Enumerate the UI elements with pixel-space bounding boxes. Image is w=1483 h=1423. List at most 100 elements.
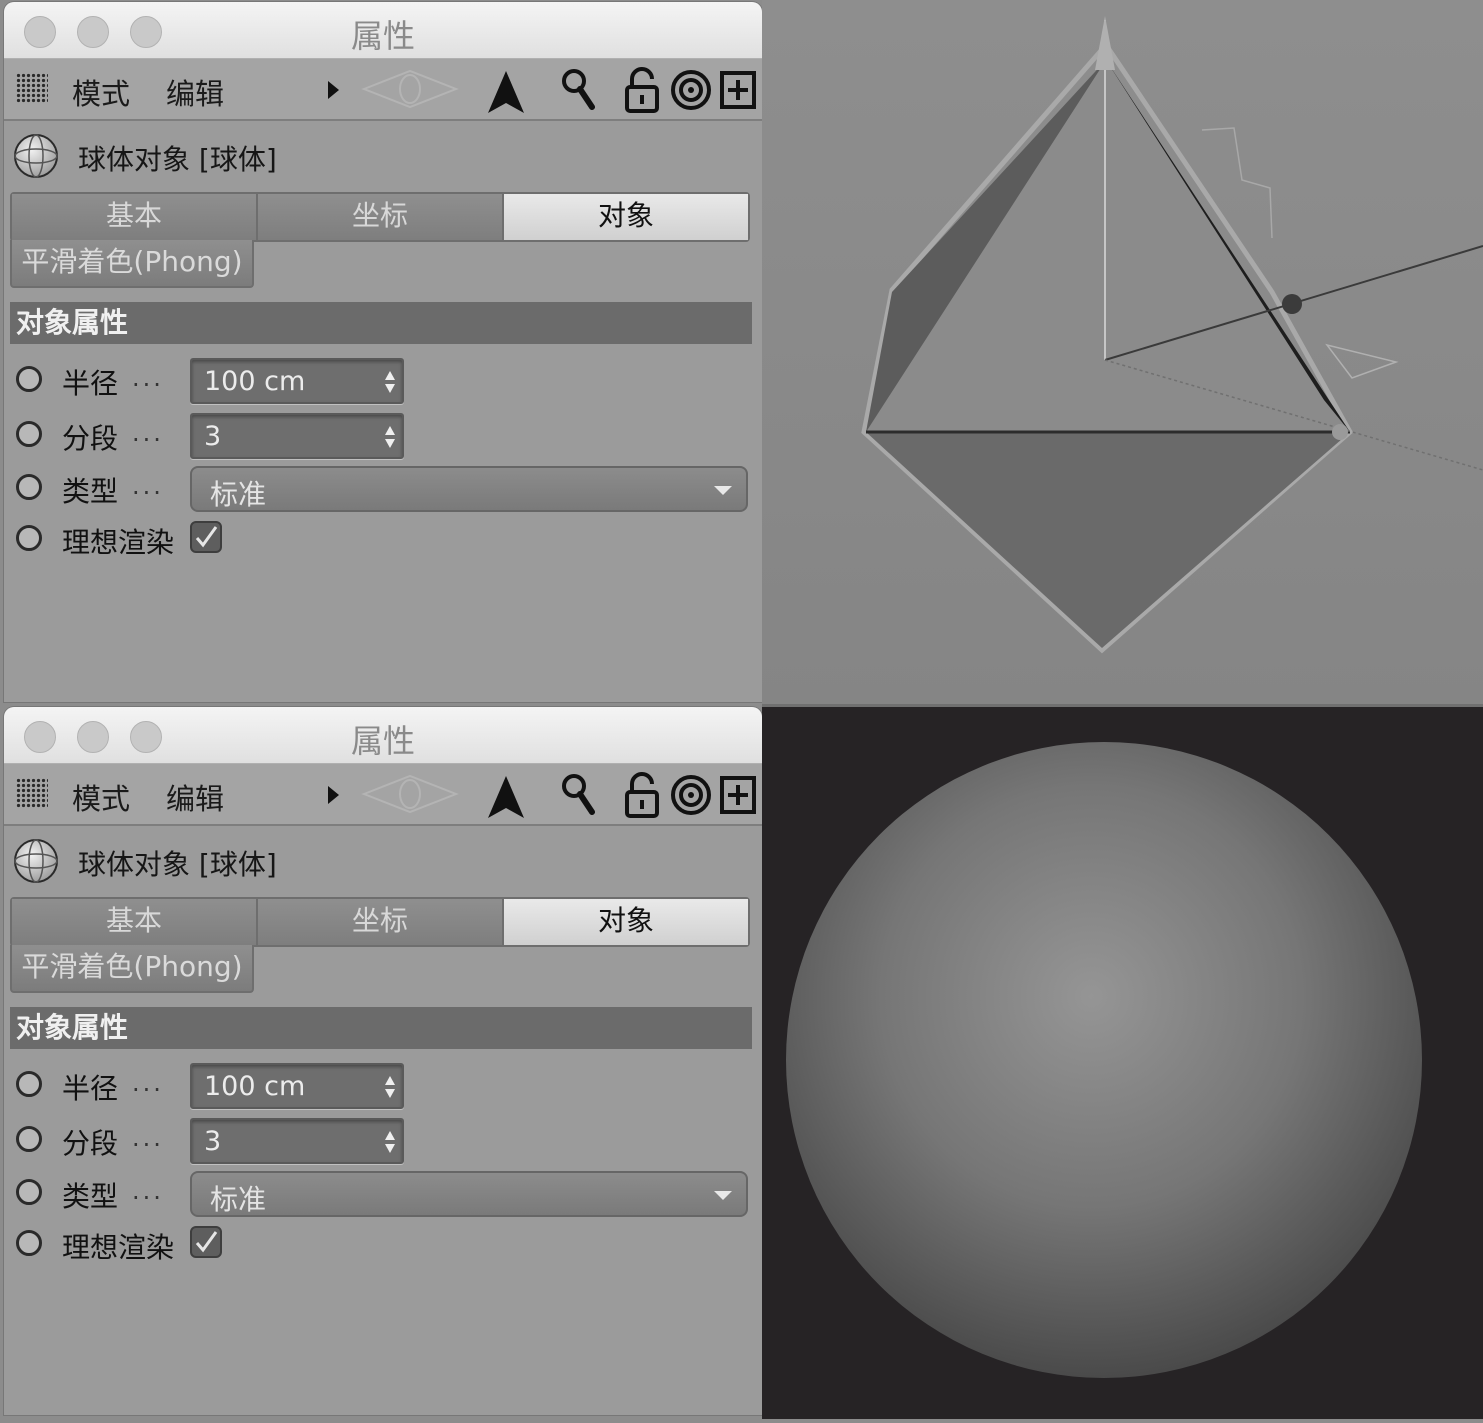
attributes-toolbar: 模式 编辑 xyxy=(4,59,762,121)
target-icon[interactable] xyxy=(670,69,712,111)
attributes-toolbar: 模式 编辑 xyxy=(4,764,762,826)
chevron-down-icon xyxy=(714,1191,732,1200)
tab-basic[interactable]: 基本 xyxy=(12,899,258,945)
search-icon[interactable] xyxy=(560,67,596,113)
attribute-tabs: 基本 坐标 对象 xyxy=(10,192,750,242)
target-icon[interactable] xyxy=(670,774,712,816)
type-animate-radio[interactable] xyxy=(16,1179,42,1205)
radius-animate-radio[interactable] xyxy=(16,366,42,392)
attribute-tabs: 基本 坐标 对象 xyxy=(10,897,750,947)
radius-field[interactable]: 100 cm xyxy=(190,358,404,404)
radius-animate-radio[interactable] xyxy=(16,1071,42,1097)
eye-icon xyxy=(361,69,459,109)
type-dots: ... xyxy=(132,1177,164,1205)
param-row-render-perfect: 理想渲染 xyxy=(4,517,762,567)
attributes-panel-bottom: 属性 模式 编辑 球体对象 [球体] 基本 坐标 对象 平滑着色(Phong) … xyxy=(4,707,762,1415)
radius-field[interactable]: 100 cm xyxy=(190,1063,404,1109)
render-perfect-checkbox[interactable] xyxy=(190,521,222,553)
grip-icon[interactable] xyxy=(16,778,48,808)
stepper-arrows-icon[interactable] xyxy=(384,1130,396,1154)
segments-label: 分段 xyxy=(62,422,119,455)
new-panel-icon[interactable] xyxy=(720,776,756,814)
window-titlebar[interactable]: 属性 xyxy=(4,707,762,764)
type-label: 类型 xyxy=(62,475,119,508)
param-row-radius: 半径 ... 100 cm xyxy=(4,1063,762,1113)
play-arrow-icon[interactable] xyxy=(326,784,340,806)
tab-phong[interactable]: 平滑着色(Phong) xyxy=(10,945,254,993)
type-value: 标准 xyxy=(210,478,267,511)
radius-label: 半径 xyxy=(62,367,119,400)
section-title: 对象属性 xyxy=(10,302,752,344)
radius-label: 半径 xyxy=(62,1072,119,1105)
viewport-render[interactable] xyxy=(762,707,1483,1419)
grip-icon[interactable] xyxy=(16,73,48,103)
viewport-editor[interactable] xyxy=(762,0,1483,705)
sphere-object-icon xyxy=(14,839,58,883)
type-dropdown[interactable]: 标准 xyxy=(190,466,748,512)
segments-value: 3 xyxy=(204,1126,222,1157)
window-title: 属性 xyxy=(350,17,415,55)
segments-dots: ... xyxy=(132,1124,164,1152)
segments-field[interactable]: 3 xyxy=(190,413,404,459)
menu-edit[interactable]: 编辑 xyxy=(166,776,224,818)
stepper-arrows-icon[interactable] xyxy=(384,425,396,449)
render-perfect-animate-radio[interactable] xyxy=(16,525,42,551)
object-header: 球体对象 [球体] xyxy=(4,831,762,893)
section-title: 对象属性 xyxy=(10,1007,752,1049)
param-row-render-perfect: 理想渲染 xyxy=(4,1222,762,1272)
segments-value: 3 xyxy=(204,421,222,452)
segments-field[interactable]: 3 xyxy=(190,1118,404,1164)
radius-dots: ... xyxy=(132,1069,164,1097)
lock-icon[interactable] xyxy=(624,67,660,113)
search-icon[interactable] xyxy=(560,772,596,818)
eye-icon xyxy=(361,774,459,814)
checkmark-icon xyxy=(195,1231,218,1253)
type-dropdown[interactable]: 标准 xyxy=(190,1171,748,1217)
type-animate-radio[interactable] xyxy=(16,474,42,500)
navigate-up-icon[interactable] xyxy=(486,69,526,115)
stepper-arrows-icon[interactable] xyxy=(384,370,396,394)
segments-animate-radio[interactable] xyxy=(16,421,42,447)
object-header: 球体对象 [球体] xyxy=(4,126,762,188)
menu-edit[interactable]: 编辑 xyxy=(166,71,224,113)
tab-coord[interactable]: 坐标 xyxy=(258,899,504,945)
object-title: 球体对象 [球体] xyxy=(78,848,277,881)
segments-dots: ... xyxy=(132,419,164,447)
type-dots: ... xyxy=(132,472,164,500)
tab-phong[interactable]: 平滑着色(Phong) xyxy=(10,240,254,288)
checkmark-icon xyxy=(195,526,218,548)
render-perfect-label: 理想渲染 xyxy=(62,526,175,559)
rendered-sphere xyxy=(786,742,1422,1378)
radius-dots: ... xyxy=(132,364,164,392)
menu-mode[interactable]: 模式 xyxy=(72,776,130,818)
type-value: 标准 xyxy=(210,1183,267,1216)
stepper-arrows-icon[interactable] xyxy=(384,1075,396,1099)
object-title: 球体对象 [球体] xyxy=(78,143,277,176)
render-perfect-label: 理想渲染 xyxy=(62,1231,175,1264)
param-row-segments: 分段 ... 3 xyxy=(4,1118,762,1168)
window-titlebar[interactable]: 属性 xyxy=(4,2,762,59)
attributes-panel-top: 属性 模式 编辑 球体对象 [球体] 基本 坐标 对象 平滑着色(Phong) … xyxy=(4,2,762,702)
window-title: 属性 xyxy=(350,722,415,760)
render-perfect-animate-radio[interactable] xyxy=(16,1230,42,1256)
render-perfect-checkbox[interactable] xyxy=(190,1226,222,1258)
navigate-up-icon[interactable] xyxy=(486,774,526,820)
segments-animate-radio[interactable] xyxy=(16,1126,42,1152)
param-row-segments: 分段 ... 3 xyxy=(4,413,762,463)
param-row-type: 类型 ... 标准 xyxy=(4,466,762,516)
radius-value: 100 cm xyxy=(204,366,306,397)
tab-basic[interactable]: 基本 xyxy=(12,194,258,240)
tab-object[interactable]: 对象 xyxy=(504,899,748,945)
lock-icon[interactable] xyxy=(624,772,660,818)
chevron-down-icon xyxy=(714,486,732,495)
new-panel-icon[interactable] xyxy=(720,71,756,109)
sphere-object-icon xyxy=(14,134,58,178)
type-label: 类型 xyxy=(62,1180,119,1213)
radius-value: 100 cm xyxy=(204,1071,306,1102)
octahedron-model xyxy=(861,16,1483,654)
tab-coord[interactable]: 坐标 xyxy=(258,194,504,240)
segments-label: 分段 xyxy=(62,1127,119,1160)
play-arrow-icon[interactable] xyxy=(326,79,340,101)
tab-object[interactable]: 对象 xyxy=(504,194,748,240)
menu-mode[interactable]: 模式 xyxy=(72,71,130,113)
